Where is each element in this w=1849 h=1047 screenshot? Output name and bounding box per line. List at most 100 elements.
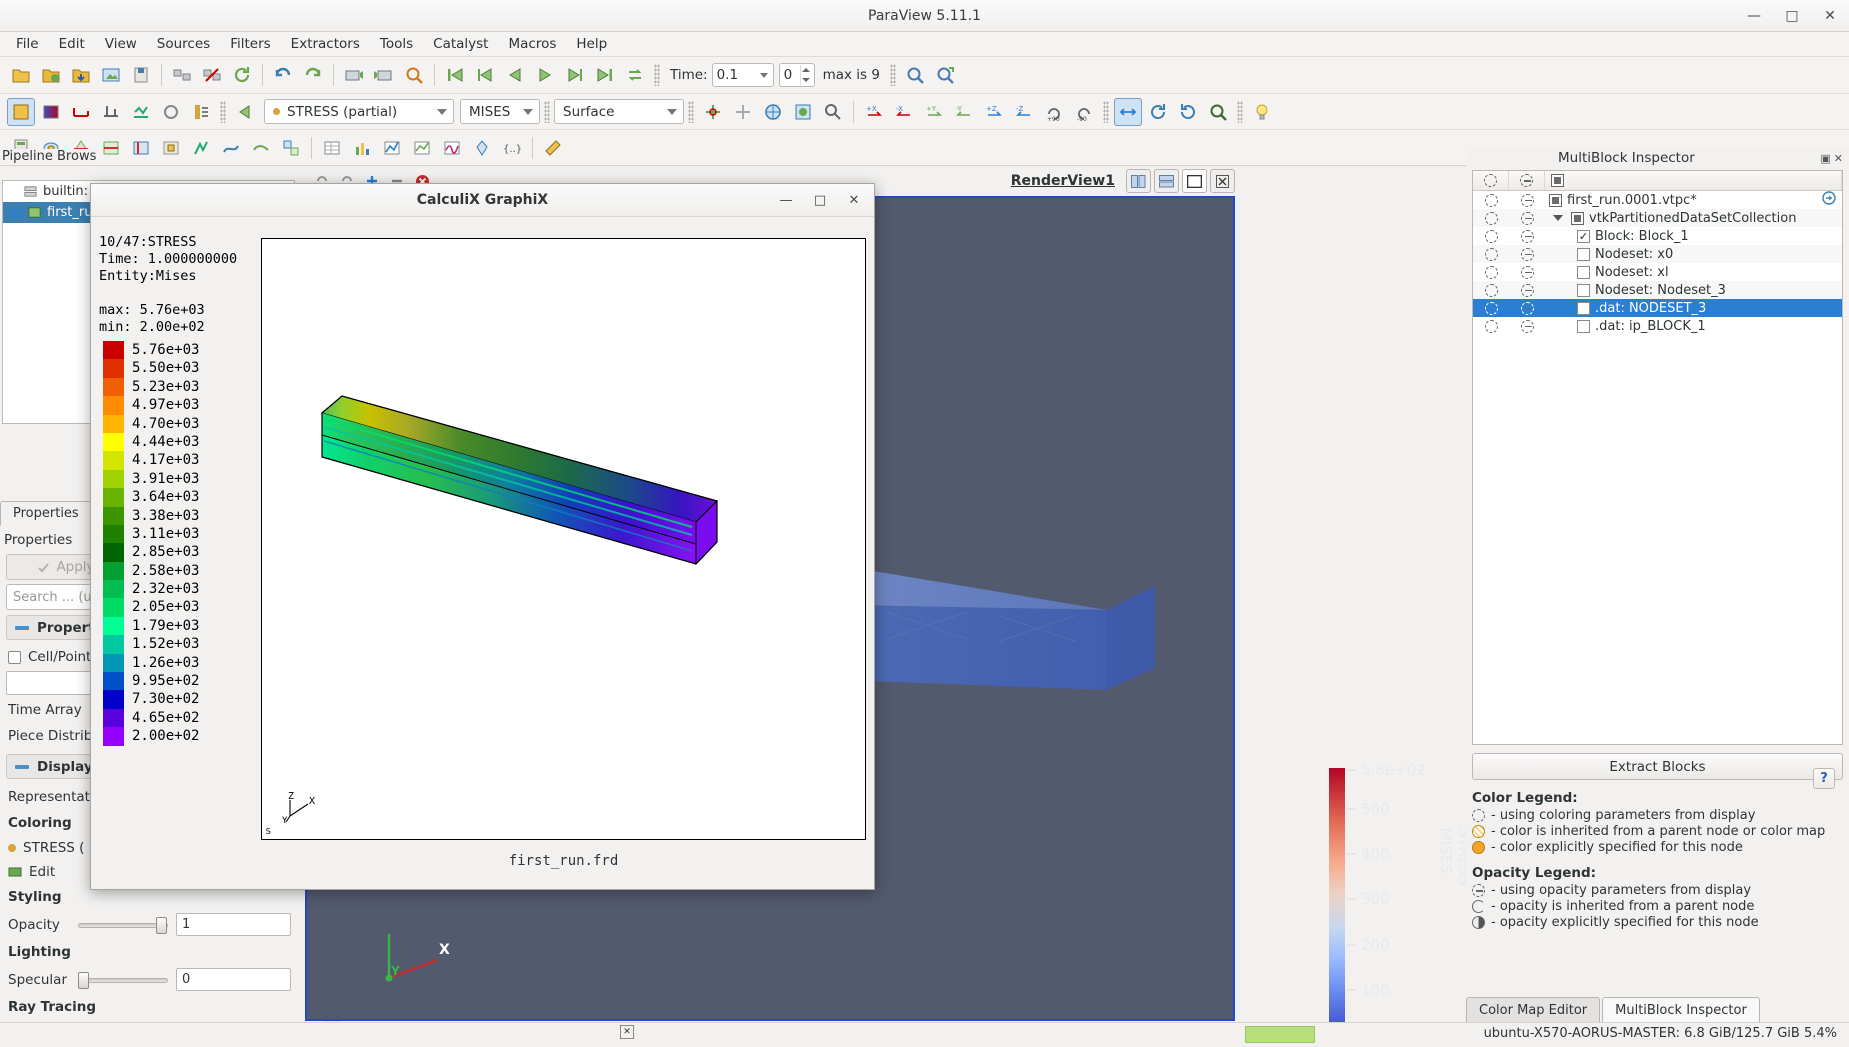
play-reverse-icon[interactable] — [501, 61, 529, 89]
opacity-cell[interactable] — [1509, 230, 1545, 243]
programmable-filter-icon[interactable]: {..} — [498, 134, 526, 162]
minimize-icon[interactable]: — — [1745, 7, 1763, 25]
save-data-icon[interactable] — [67, 61, 95, 89]
color-cell[interactable] — [1473, 212, 1509, 225]
zoom-to-data-icon[interactable] — [901, 61, 929, 89]
camera-negz-icon[interactable]: -Z — [1010, 98, 1038, 126]
plot-over-line-icon[interactable] — [378, 134, 406, 162]
tree-node[interactable]: .dat: ip_BLOCK_1 — [1545, 319, 1706, 334]
split-vertical-button[interactable] — [1154, 169, 1179, 193]
toolbar-grip[interactable] — [688, 101, 694, 123]
tab-color-map-editor[interactable]: Color Map Editor — [1466, 997, 1600, 1024]
table-row[interactable]: first_run.0001.vtpc* — [1473, 191, 1842, 209]
camera-negx-icon[interactable]: -X — [890, 98, 918, 126]
orientation-axes-widget[interactable]: X Y — [377, 920, 457, 994]
collection-square-icon[interactable] — [1571, 212, 1584, 225]
camera-negy-icon[interactable]: -Y — [950, 98, 978, 126]
plot-data-over-time-icon[interactable] — [438, 134, 466, 162]
rotate-cw-icon[interactable] — [1174, 98, 1202, 126]
close-icon[interactable]: ✕ — [1821, 7, 1839, 25]
play-icon[interactable] — [531, 61, 559, 89]
recent-files-icon[interactable] — [37, 61, 65, 89]
cell-point-checkbox[interactable] — [8, 651, 21, 664]
undock-icon[interactable]: ▣ — [1820, 152, 1830, 165]
menu-view[interactable]: View — [95, 33, 147, 55]
table-row[interactable]: Nodeset: Nodeset_3 — [1473, 281, 1842, 299]
multiblock-tree[interactable]: first_run.0001.vtpc* vtkPartitionedDataS… — [1472, 170, 1843, 745]
rotate-plus90-icon[interactable]: +90 — [1040, 98, 1068, 126]
maximize-icon[interactable]: □ — [1783, 7, 1801, 25]
calculix-graphix-window[interactable]: CalculiX GraphiX — □ ✕ 10/47:STRESS Time… — [90, 183, 875, 890]
opacity-slider[interactable] — [78, 916, 168, 934]
toolbar-grip[interactable] — [544, 101, 550, 123]
frame-index-spinbox[interactable]: 0 — [779, 63, 815, 87]
color-cell[interactable] — [1473, 266, 1509, 279]
menu-sources[interactable]: Sources — [147, 33, 220, 55]
cgx-minimize-icon[interactable]: — — [774, 188, 798, 212]
group-datasets-icon[interactable] — [277, 134, 305, 162]
plot-selection-icon[interactable] — [408, 134, 436, 162]
tree-node[interactable]: vtkPartitionedDataSetCollection — [1545, 211, 1796, 226]
previous-frame-icon[interactable] — [471, 61, 499, 89]
color-cell[interactable] — [1473, 320, 1509, 333]
split-horizontal-button[interactable] — [1126, 169, 1151, 193]
opacity-cell[interactable] — [1509, 320, 1545, 333]
camera-posy-icon[interactable]: +Y — [920, 98, 948, 126]
tree-node[interactable]: Nodeset: xl — [1545, 265, 1669, 280]
cgx-canvas[interactable]: Z X Y s — [261, 238, 866, 840]
tree-node[interactable]: Nodeset: Nodeset_3 — [1545, 283, 1726, 298]
glyph-filter-icon[interactable] — [187, 134, 215, 162]
color-cell[interactable] — [1473, 302, 1509, 315]
component-selector[interactable]: MISES — [460, 99, 540, 124]
dock-close-icon[interactable]: ✕ — [1834, 152, 1843, 165]
menu-catalyst[interactable]: Catalyst — [423, 33, 498, 55]
visibility-eye-icon[interactable] — [7, 206, 23, 220]
edit-color-map-icon[interactable] — [37, 98, 65, 126]
extract-blocks-button[interactable]: Extract Blocks — [1472, 753, 1843, 780]
slider-knob[interactable] — [156, 917, 167, 934]
tab-properties[interactable]: Properties — [0, 501, 92, 526]
rescale-visible-icon[interactable] — [157, 98, 185, 126]
center-axes-icon[interactable] — [759, 98, 787, 126]
table-row[interactable]: .dat: ip_BLOCK_1 — [1473, 317, 1842, 335]
menu-help[interactable]: Help — [566, 33, 617, 55]
connect-icon[interactable] — [168, 61, 196, 89]
threshold-filter-icon[interactable] — [127, 134, 155, 162]
tree-node[interactable]: Nodeset: x0 — [1545, 247, 1673, 262]
scalar-bar-back-icon[interactable] — [231, 98, 259, 126]
root-square-icon[interactable] — [1549, 194, 1562, 207]
rescale-custom-icon[interactable] — [97, 98, 125, 126]
opacity-cell[interactable] — [1509, 266, 1545, 279]
zoom-to-box-icon[interactable] — [819, 98, 847, 126]
menu-macros[interactable]: Macros — [498, 33, 566, 55]
find-data-icon[interactable] — [400, 61, 428, 89]
camera-posx-icon[interactable]: +X — [860, 98, 888, 126]
block-checkbox[interactable] — [1577, 266, 1590, 279]
tree-node[interactable]: ✓ Block: Block_1 — [1545, 229, 1689, 244]
block-checkbox[interactable]: ✓ — [1577, 230, 1590, 243]
spreadsheet-view-icon[interactable] — [318, 134, 346, 162]
cgx-close-icon[interactable]: ✕ — [842, 188, 866, 212]
spin-arrows[interactable] — [800, 65, 812, 85]
cgx-maximize-icon[interactable]: □ — [808, 188, 832, 212]
block-checkbox[interactable] — [1577, 248, 1590, 261]
representation-selector[interactable]: Surface — [554, 99, 684, 124]
menu-edit[interactable]: Edit — [49, 33, 95, 55]
toolbar-grip[interactable] — [890, 64, 896, 86]
table-row[interactable]: Nodeset: xl — [1473, 263, 1842, 281]
table-row[interactable]: .dat: NODESET_3 — [1473, 299, 1842, 317]
interaction-mode-icon[interactable] — [1114, 98, 1142, 126]
probe-location-icon[interactable] — [468, 134, 496, 162]
rescale-temporal-icon[interactable] — [127, 98, 155, 126]
hide-center-icon[interactable] — [729, 98, 757, 126]
time-value-combo[interactable]: 0.1 — [712, 63, 774, 87]
block-checkbox[interactable] — [1577, 320, 1590, 333]
opacity-value-input[interactable]: 1 — [176, 913, 291, 936]
tree-node[interactable]: first_run.0001.vtpc* — [1545, 193, 1697, 208]
color-cell[interactable] — [1473, 248, 1509, 261]
cgx-titlebar[interactable]: CalculiX GraphiX — □ ✕ — [91, 184, 874, 217]
opacity-cell[interactable] — [1509, 248, 1545, 261]
warp-filter-icon[interactable] — [247, 134, 275, 162]
opacity-cell[interactable] — [1509, 302, 1545, 315]
undo-icon[interactable] — [269, 61, 297, 89]
